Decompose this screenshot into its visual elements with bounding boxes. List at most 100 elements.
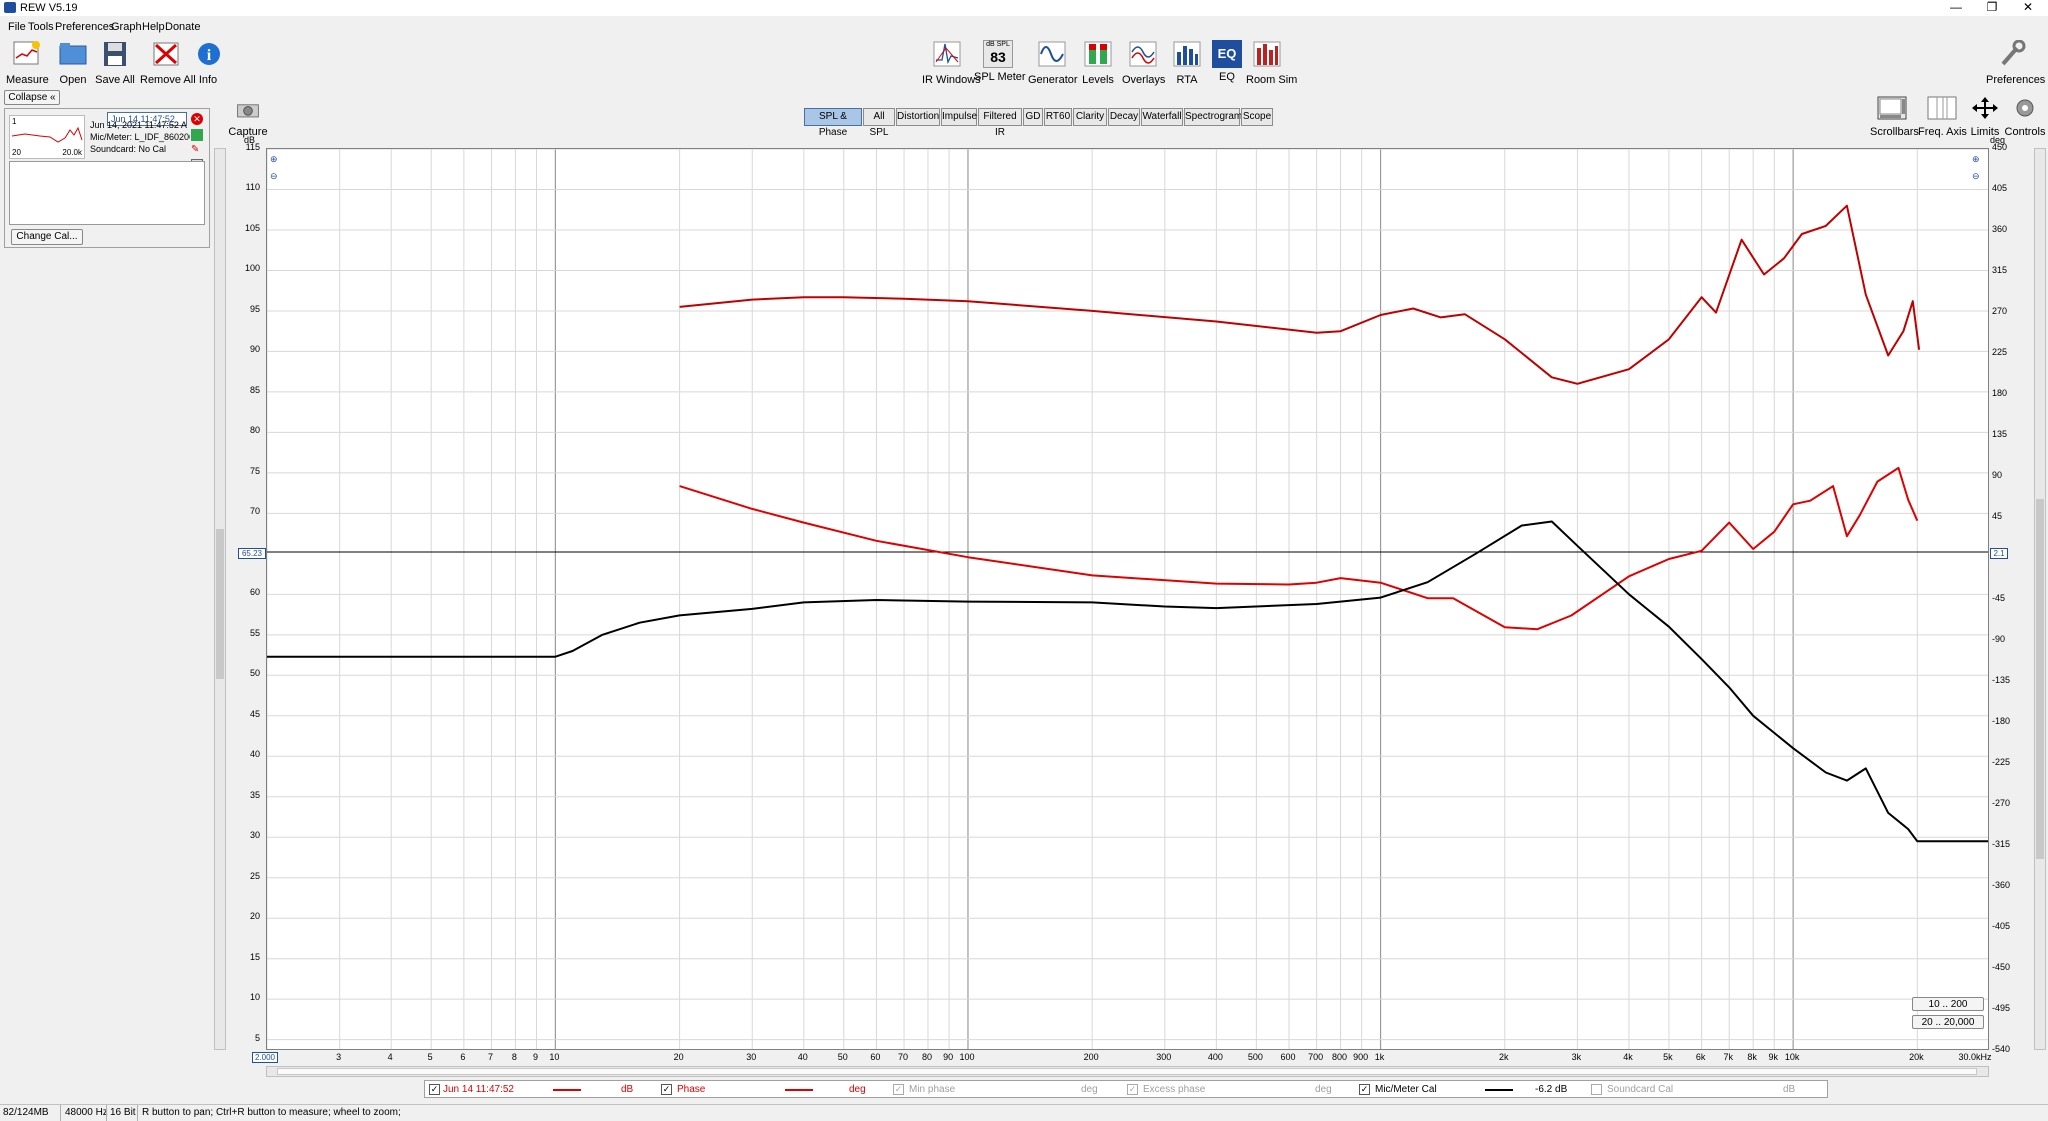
zoom-in-left-icon[interactable]: ⊕ <box>270 154 278 165</box>
menu-help[interactable]: Help <box>142 21 165 33</box>
x-tick-label: 1k <box>1374 1052 1385 1062</box>
scrollbars-label: Scrollbars <box>1870 126 1919 138</box>
controls-label: Controls <box>2004 126 2046 138</box>
menu-preferences[interactable]: Preferences <box>55 21 114 33</box>
menu-bar: File Tools Preferences Graph Help Donate <box>0 16 2048 36</box>
y-left-tick-label: 40 <box>249 749 260 760</box>
preferences-button[interactable]: Preferences <box>1986 39 2045 86</box>
measurement-notes-area[interactable] <box>9 161 205 225</box>
zoom-in-right-icon[interactable]: ⊕ <box>1972 154 1980 165</box>
tab-spectrogram[interactable]: Spectrogram <box>1184 108 1242 126</box>
legend-check-min-phase[interactable]: ✓ <box>893 1084 904 1095</box>
menu-donate[interactable]: Donate <box>165 21 200 33</box>
legend-check-soundcard-cal[interactable] <box>1591 1084 1602 1095</box>
plot-area[interactable] <box>266 148 1989 1050</box>
legend-unit-phase: deg <box>849 1084 866 1095</box>
maximize-button[interactable]: ❐ <box>1972 0 2012 16</box>
y-scrollbar-right-thumb[interactable] <box>2036 499 2044 859</box>
ir-windows-button[interactable]: IR Windows <box>922 40 981 86</box>
legend-line-mic-cal <box>1485 1089 1513 1091</box>
legend-name-measurement: Jun 14 11:47:52 <box>443 1084 514 1095</box>
collapse-button[interactable]: Collapse « <box>4 90 60 105</box>
measurement-pencil-icon[interactable]: ✎ <box>191 145 203 155</box>
overlays-button[interactable]: Overlays <box>1122 40 1165 86</box>
y-scrollbar-left-thumb[interactable] <box>216 529 224 679</box>
y-right-tick-label: -405 <box>1992 921 2011 931</box>
x-tick-label: 50 <box>837 1052 848 1062</box>
room-sim-label: Room Sim <box>1246 74 1298 86</box>
x-tick-label: 500 <box>1247 1052 1263 1062</box>
tab-scope[interactable]: Scope <box>1241 108 1273 126</box>
y-right-tick-label: 315 <box>1992 265 2008 275</box>
limits-icon <box>1972 97 1998 119</box>
rta-button[interactable]: RTA <box>1172 40 1202 86</box>
tab-spl-phase[interactable]: SPL & Phase <box>804 108 862 138</box>
measurement-thumbnail[interactable]: 1 20 20.0k <box>9 115 85 159</box>
x-tick-label: 30 <box>746 1052 757 1062</box>
info-button[interactable]: i Info <box>194 40 222 86</box>
tab-all-spl[interactable]: All SPL <box>863 108 895 138</box>
tab-decay[interactable]: Decay <box>1108 108 1140 126</box>
minimize-button[interactable]: — <box>1936 0 1976 16</box>
x-scrollbar-thumb[interactable] <box>277 1068 1977 1075</box>
x-tick-label: 10k <box>1784 1052 1800 1062</box>
status-memory: 82/124MB <box>3 1107 49 1118</box>
tab-distortion[interactable]: Distortion <box>896 108 940 126</box>
y-left-tick-label: 25 <box>249 870 260 881</box>
generator-icon <box>1038 41 1066 67</box>
x-start-box[interactable]: 2.000 <box>252 1052 278 1063</box>
menu-graph[interactable]: Graph <box>111 21 142 33</box>
remove-measurement-icon[interactable]: ✕ <box>191 113 203 125</box>
freq-axis-button[interactable]: Freq. Axis <box>1918 96 1967 138</box>
legend-check-measurement[interactable]: ✓ <box>429 1084 440 1095</box>
tab-impulse[interactable]: Impulse <box>941 108 977 126</box>
zoom-out-right-icon[interactable]: ⊖ <box>1972 171 1980 182</box>
capture-button[interactable]: Capture <box>228 100 268 138</box>
legend-unit-excess-phase: deg <box>1315 1084 1332 1095</box>
measurement-panel: Jun 14 11:47:52 ✕ 1 20 20.0k Jun 14, 202… <box>4 108 210 248</box>
tab-clarity[interactable]: Clarity <box>1073 108 1107 126</box>
status-hint: R button to pan; Ctrl+R button to measur… <box>142 1107 401 1118</box>
tab-waterfall[interactable]: Waterfall <box>1141 108 1183 126</box>
menu-tools[interactable]: Tools <box>28 21 54 33</box>
range-20-20000-button[interactable]: 20 .. 20,000 <box>1912 1015 1984 1029</box>
y-right-tick-label: -450 <box>1992 962 2011 972</box>
remove-all-button[interactable]: Remove All <box>140 40 196 86</box>
x-tick-label: 6k <box>1695 1052 1706 1062</box>
scrollbars-button[interactable]: Scrollbars <box>1870 96 1919 138</box>
x-scrollbar[interactable] <box>266 1066 1989 1077</box>
room-sim-button[interactable]: Room Sim <box>1246 40 1298 86</box>
zoom-out-left-icon[interactable]: ⊖ <box>270 171 278 182</box>
tab-gd[interactable]: GD <box>1023 108 1043 126</box>
spl-meter-icon: dB SPL 83 <box>983 40 1013 68</box>
y-left-tick-label: 110 <box>245 182 260 193</box>
y-left-tick-label: 20 <box>249 911 260 922</box>
save-all-button[interactable]: Save All <box>94 40 136 86</box>
limits-button[interactable]: Limits <box>1968 96 2002 138</box>
y-scrollbar-right[interactable] <box>2034 148 2046 1050</box>
range-10-200-button[interactable]: 10 .. 200 <box>1912 997 1984 1011</box>
tab-rt60[interactable]: RT60 <box>1044 108 1072 126</box>
legend-check-mic-cal[interactable]: ✓ <box>1359 1084 1370 1095</box>
y-scrollbar-left[interactable] <box>214 148 226 1050</box>
levels-button[interactable]: Levels <box>1080 40 1116 86</box>
legend-check-phase[interactable]: ✓ <box>661 1084 672 1095</box>
tab-filtered-ir[interactable]: Filtered IR <box>978 108 1022 138</box>
change-cal-button[interactable]: Change Cal... <box>11 229 83 245</box>
legend-name-phase: Phase <box>677 1084 706 1095</box>
x-tick-label: 5 <box>427 1052 433 1062</box>
close-window-button[interactable]: ✕ <box>2008 0 2048 16</box>
generator-button[interactable]: Generator <box>1028 40 1078 86</box>
legend-line-phase <box>785 1089 813 1091</box>
eq-button[interactable]: EQ EQ <box>1212 40 1242 83</box>
measurement-edit-icon[interactable] <box>191 129 203 141</box>
spl-meter-button[interactable]: dB SPL 83 SPL Meter <box>974 40 1026 83</box>
menu-file[interactable]: File <box>8 21 26 33</box>
controls-button[interactable]: Controls <box>2004 96 2046 138</box>
legend-check-excess-phase[interactable]: ✓ <box>1127 1084 1138 1095</box>
legend-bar: ✓ Jun 14 11:47:52 dB ✓ Phase deg ✓ Min p… <box>424 1080 1828 1098</box>
y-left-tick-label: 95 <box>249 303 260 314</box>
measure-button[interactable]: Measure <box>6 40 49 86</box>
open-button[interactable]: Open <box>52 40 94 86</box>
x-tick-label: 3 <box>336 1052 342 1062</box>
